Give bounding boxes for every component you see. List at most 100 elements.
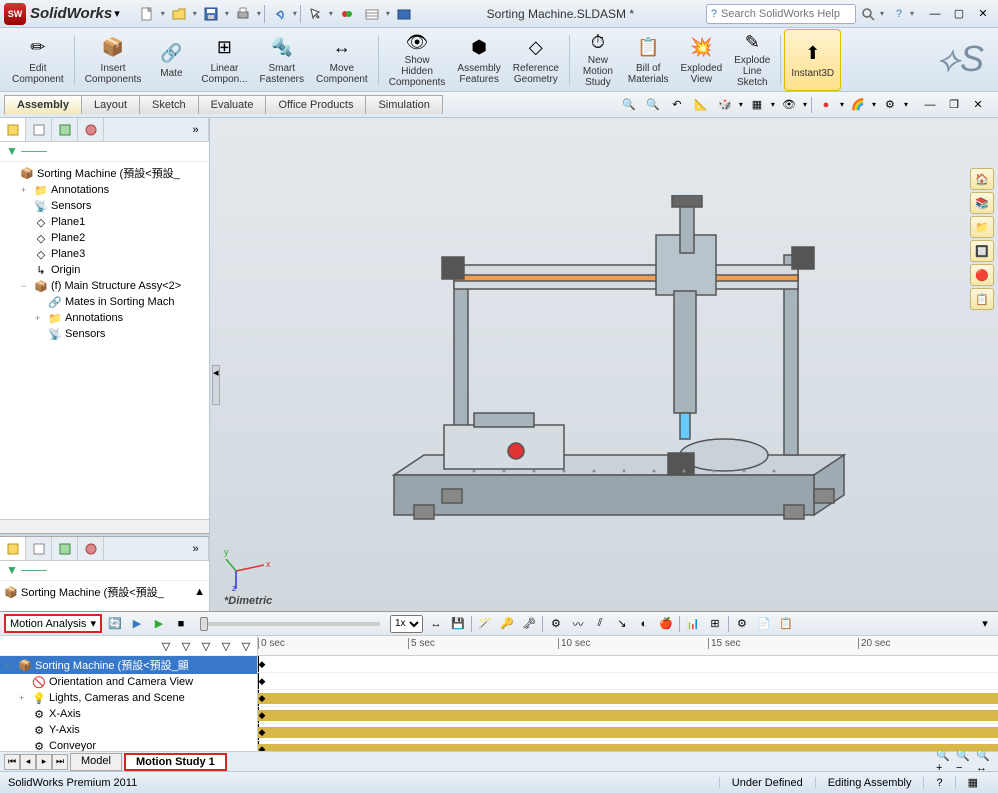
- add-key-button[interactable]: 🗝: [520, 616, 538, 632]
- timeline-zoom-in-button[interactable]: 🔍+: [936, 754, 954, 770]
- motion-timeline[interactable]: 0 sec5 sec10 sec15 sec20 sec ◆◆◆◆◆◆◆: [258, 636, 998, 751]
- rebuild-button[interactable]: [336, 4, 358, 24]
- timeline-zoom-out-button[interactable]: 🔍−: [956, 754, 974, 770]
- timeline-bar[interactable]: [258, 693, 998, 704]
- expander-icon[interactable]: +: [19, 693, 29, 703]
- tab-office-products[interactable]: Office Products: [265, 95, 366, 114]
- playback-speed-dropdown[interactable]: 1x: [390, 615, 423, 633]
- zoom-fit-icon[interactable]: 🔍: [619, 96, 639, 114]
- filter-row-2[interactable]: ▼ ───: [0, 561, 209, 581]
- tab-simulation[interactable]: Simulation: [365, 95, 442, 114]
- new-doc-button[interactable]: [136, 4, 158, 24]
- view-settings-icon[interactable]: ⚙: [880, 96, 900, 114]
- spring-button[interactable]: 〰: [569, 616, 587, 632]
- tree-item[interactable]: ◇Plane3: [2, 246, 207, 262]
- tab-evaluate[interactable]: Evaluate: [198, 95, 267, 114]
- doc-restore-button[interactable]: ❐: [944, 96, 964, 114]
- print-button[interactable]: [232, 4, 254, 24]
- gravity-button[interactable]: 🍎: [657, 616, 675, 632]
- play-button[interactable]: ▶: [150, 616, 168, 632]
- undo-button[interactable]: [268, 4, 290, 24]
- doc-minimize-button[interactable]: ―: [920, 96, 940, 114]
- damper-button[interactable]: ⫽: [591, 616, 609, 632]
- zoom-area-icon[interactable]: 🔍: [643, 96, 663, 114]
- ribbon-motion-button[interactable]: ⏱NewMotionStudy: [574, 30, 622, 90]
- doc-close-button[interactable]: ✕: [968, 96, 988, 114]
- keyframe-icon[interactable]: ◆: [258, 656, 266, 673]
- status-help-icon[interactable]: ?: [923, 777, 954, 789]
- tree-item[interactable]: ◇Plane2: [2, 230, 207, 246]
- config-mgr-tab-2[interactable]: [52, 537, 78, 560]
- tab-nav-next[interactable]: ▸: [36, 754, 52, 770]
- section-view-icon[interactable]: 📐: [691, 96, 711, 114]
- custom-props-tab-icon[interactable]: 📋: [970, 288, 994, 310]
- tree-item[interactable]: −📦Sorting Machine (預設<預設_顯: [0, 656, 257, 674]
- contact-button[interactable]: ◐: [635, 616, 653, 632]
- filter-row[interactable]: ▼ ───: [0, 142, 209, 162]
- expander-icon[interactable]: −: [21, 281, 31, 291]
- tree-item[interactable]: +💡Lights, Cameras and Scene: [0, 690, 257, 706]
- view-palette-tab-icon[interactable]: 🔲: [970, 240, 994, 262]
- file-explorer-tab-icon[interactable]: 📁: [970, 216, 994, 238]
- event-trigger-button[interactable]: ⊞: [706, 616, 724, 632]
- tab-nav-first[interactable]: ⏮: [4, 754, 20, 770]
- expander-icon[interactable]: +: [21, 185, 31, 195]
- search-input[interactable]: [721, 8, 851, 20]
- tree-item[interactable]: 📡Sensors: [2, 198, 207, 214]
- tab-sketch[interactable]: Sketch: [139, 95, 199, 114]
- keyframe-icon[interactable]: ◆: [258, 741, 266, 751]
- ribbon-exploded-button[interactable]: 💥ExplodedView: [675, 30, 729, 90]
- ribbon-fastener-button[interactable]: 🔩SmartFasteners: [254, 30, 310, 90]
- filter-icon[interactable]: ▽: [157, 638, 175, 654]
- ribbon-exp-line-button[interactable]: ✎ExplodeLineSketch: [728, 30, 776, 90]
- tree-item[interactable]: ⚙Y-Axis: [0, 722, 257, 738]
- filter-selected-icon[interactable]: ▽: [217, 638, 235, 654]
- tree-item[interactable]: ◇Plane1: [2, 214, 207, 230]
- tree-item[interactable]: −📦(f) Main Structure Assy<2>: [2, 278, 207, 294]
- appearance-tab[interactable]: [78, 118, 104, 141]
- feature-tree-tab-2[interactable]: [0, 537, 26, 560]
- tree-item[interactable]: +📁Annotations: [2, 182, 207, 198]
- reverse-play-button[interactable]: ↔: [427, 616, 445, 632]
- select-button[interactable]: [304, 4, 326, 24]
- timeline-row[interactable]: ◆: [258, 724, 998, 741]
- tree-item[interactable]: ↳Origin: [2, 262, 207, 278]
- ribbon-ref-geom-button[interactable]: ◇ReferenceGeometry: [507, 30, 565, 90]
- play-start-button[interactable]: ▶: [128, 616, 146, 632]
- save-button[interactable]: [200, 4, 222, 24]
- appearance-icon[interactable]: ●: [816, 96, 836, 114]
- sim-props-button[interactable]: 📋: [777, 616, 795, 632]
- screen-capture-button[interactable]: [393, 4, 415, 24]
- property-mgr-tab[interactable]: [26, 118, 52, 141]
- tree-hscroll[interactable]: [0, 519, 209, 533]
- ribbon-instant3d-button[interactable]: ⬆Instant3D: [785, 30, 840, 90]
- maximize-button[interactable]: ▢: [948, 4, 970, 24]
- options-button[interactable]: [361, 4, 383, 24]
- tree-item[interactable]: 📡Sensors: [2, 326, 207, 342]
- ribbon-linear-pattern-button[interactable]: ⊞LinearCompon...: [195, 30, 253, 90]
- timeline-row[interactable]: ◆: [258, 690, 998, 707]
- feature-tree-tab[interactable]: [0, 118, 26, 141]
- save-animation-button[interactable]: 💾: [449, 616, 467, 632]
- collapse-motion-button[interactable]: ▾: [976, 616, 994, 632]
- results-button[interactable]: 📊: [684, 616, 702, 632]
- timeline-zoom-fit-button[interactable]: 🔍↔: [976, 754, 994, 770]
- close-button[interactable]: ✕: [972, 4, 994, 24]
- ribbon-insert-comp-button[interactable]: 📦InsertComponents: [79, 30, 148, 90]
- appearances-tab-icon[interactable]: 🔴: [970, 264, 994, 286]
- resources-tab-icon[interactable]: 🏠: [970, 168, 994, 190]
- viewport[interactable]: xzy *Dimetric 🏠 📚 📁 🔲 🔴 📋 ◂: [210, 118, 998, 611]
- motor-button[interactable]: ⚙: [547, 616, 565, 632]
- display-style-icon[interactable]: ▦: [747, 96, 767, 114]
- minimize-button[interactable]: ―: [924, 4, 946, 24]
- tab-nav-prev[interactable]: ◂: [20, 754, 36, 770]
- property-mgr-tab-2[interactable]: [26, 537, 52, 560]
- keyframe-icon[interactable]: ◆: [258, 724, 266, 741]
- design-lib-tab-icon[interactable]: 📚: [970, 192, 994, 214]
- ribbon-edit-comp-button[interactable]: ✏EditComponent: [6, 30, 70, 90]
- tree-item[interactable]: 📦Sorting Machine (預設<預設_: [2, 164, 207, 182]
- calculate-button[interactable]: 🔄: [106, 616, 124, 632]
- autokey-button[interactable]: 🔑: [498, 616, 516, 632]
- motion-props-button[interactable]: ⚙: [733, 616, 751, 632]
- ribbon-move-button[interactable]: ↔MoveComponent: [310, 30, 374, 90]
